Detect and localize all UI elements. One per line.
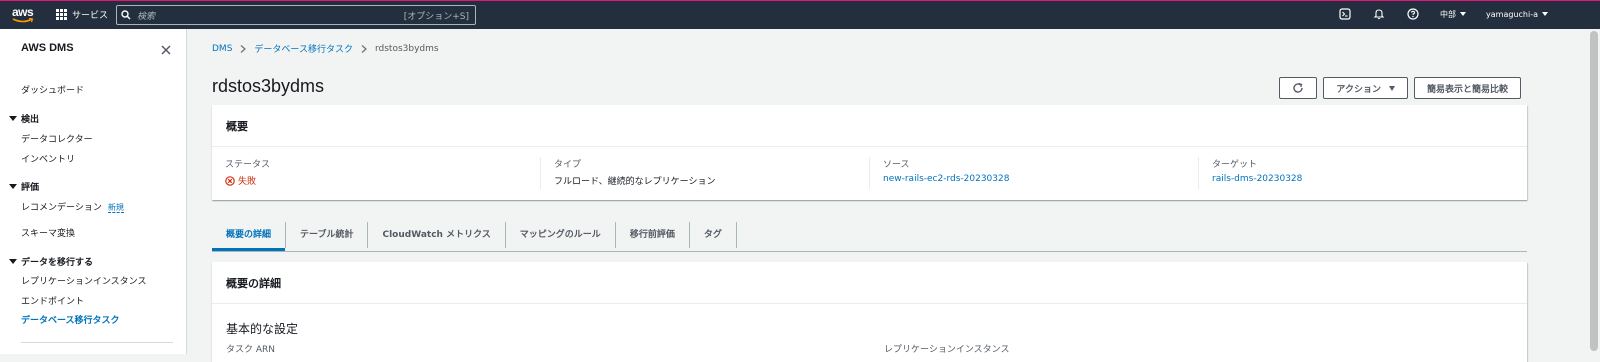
error-icon — [225, 175, 235, 186]
summary-panel: 概要 ステータス 失敗 タイプ フルロード、継続的なレプリケーション ソース n… — [212, 105, 1527, 200]
help-icon[interactable] — [1406, 7, 1420, 21]
account-menu[interactable]: yamaguchi-a — [1486, 10, 1548, 19]
status-field: ステータス 失敗 — [212, 157, 540, 189]
sidebar-item-schema-conversion[interactable]: スキーマ変換 — [21, 226, 75, 239]
sidebar-item-database-migration-tasks[interactable]: データベース移行タスク — [21, 313, 120, 326]
type-field: タイプ フルロード、継続的なレプリケーション — [540, 157, 869, 189]
detail-tabs: 概要の詳細 テーブル統計 CloudWatch メトリクス マッピングのルール … — [212, 220, 1527, 252]
notifications-bell-icon[interactable] — [1372, 7, 1386, 21]
aws-smile-icon — [12, 18, 34, 23]
replication-instance-label: レプリケーションインスタンス — [884, 345, 1010, 355]
page-title: rdstos3bydms — [212, 76, 325, 96]
source-field: ソース new-rails-ec2-rds-20230328 — [869, 157, 1198, 189]
refresh-icon — [1293, 82, 1304, 93]
region-label: 中部 — [1440, 9, 1457, 19]
breadcrumb: DMS データベース移行タスク rdstos3bydms — [212, 42, 439, 56]
sidebar-group-migrate[interactable]: データを移行する — [9, 255, 93, 268]
scrollbar-thumb[interactable] — [1590, 31, 1598, 351]
status-text: 失敗 — [238, 177, 257, 187]
search-placeholder: 検索 — [137, 11, 156, 22]
tab-tags[interactable]: タグ — [690, 222, 737, 248]
task-arn-label: タスク ARN — [226, 345, 276, 355]
summary-heading: 概要 — [212, 105, 1527, 147]
details-heading: 概要の詳細 — [212, 262, 1527, 304]
sidebar-item-dashboard[interactable]: ダッシュボード — [21, 83, 84, 96]
region-selector[interactable]: 中部 — [1440, 9, 1467, 20]
sidebar-group-assess[interactable]: 評価 — [9, 180, 39, 193]
sidebar-item-inventory[interactable]: インベントリ — [21, 152, 75, 165]
tab-table-statistics[interactable]: テーブル統計 — [286, 222, 369, 248]
sidebar-item-endpoints[interactable]: エンドポイント — [21, 294, 84, 307]
header-actions: アクション 簡易表示と簡易比較 — [1279, 77, 1521, 99]
aws-logo[interactable]: aws — [12, 5, 34, 25]
status-label: ステータス — [225, 160, 271, 170]
expand-triangle-icon — [9, 259, 17, 264]
details-panel: 概要の詳細 — [212, 262, 1527, 362]
actions-label: アクション — [1336, 84, 1381, 95]
tab-mapping-rules[interactable]: マッピングのルール — [506, 222, 616, 248]
active-tab-indicator — [212, 248, 285, 251]
sidebar-group-label: データを移行する — [21, 258, 94, 268]
source-label: ソース — [883, 160, 910, 170]
account-user-label: yamaguchi-a — [1486, 9, 1538, 19]
type-label: タイプ — [554, 160, 582, 170]
sidebar-item-data-collector[interactable]: データコレクター — [21, 132, 93, 145]
search-icon — [117, 6, 135, 24]
target-label: ターゲット — [1212, 160, 1258, 170]
sidebar-divider — [21, 342, 173, 343]
sidebar-group-label: 検出 — [21, 115, 40, 125]
services-grid-icon — [56, 9, 67, 20]
top-navigation-bar: aws サービス 検索 [オプション+S] 中部 yamaguchi-a — [0, 0, 1600, 29]
refresh-button[interactable] — [1279, 77, 1318, 99]
caret-down-icon — [1388, 85, 1395, 91]
source-link[interactable]: new-rails-ec2-rds-20230328 — [883, 174, 1198, 184]
sidebar-item-replication-instances[interactable]: レプリケーションインスタンス — [21, 274, 146, 287]
status-value: 失敗 — [225, 174, 540, 187]
compare-button[interactable]: 簡易表示と簡易比較 — [1413, 77, 1521, 99]
type-value: フルロード、継続的なレプリケーション — [554, 177, 716, 187]
target-field: ターゲット rails-dms-20230328 — [1198, 157, 1527, 189]
breadcrumb-link-dms[interactable]: DMS — [212, 44, 232, 54]
cloudshell-icon[interactable] — [1338, 7, 1352, 21]
sidebar: AWS DMS ダッシュボード 検出 データコレクター インベントリ 評価 レコ… — [0, 29, 187, 354]
sidebar-group-label: 評価 — [21, 183, 40, 193]
chevron-right-icon — [361, 44, 367, 53]
expand-triangle-icon — [9, 184, 17, 189]
target-link[interactable]: rails-dms-20230328 — [1212, 174, 1527, 184]
tab-overview-details[interactable]: 概要の詳細 — [212, 222, 287, 248]
tab-cloudwatch-metrics[interactable]: CloudWatch メトリクス — [368, 222, 506, 248]
services-label: サービス — [72, 11, 109, 21]
region-caret-icon — [1460, 12, 1467, 16]
sidebar-item-recommendation[interactable]: レコメンデーション 新規 — [21, 200, 124, 213]
basic-settings-heading: 基本的な設定 — [226, 322, 299, 336]
account-caret-icon — [1542, 12, 1548, 16]
actions-dropdown-button[interactable]: アクション — [1323, 77, 1408, 99]
sidebar-item-label: レコメンデーション — [21, 203, 102, 213]
aws-logo-text: aws — [12, 5, 34, 19]
page-scrollbar[interactable] — [1588, 29, 1600, 354]
services-menu-button[interactable]: サービス — [56, 8, 108, 21]
close-icon[interactable] — [160, 41, 172, 55]
breadcrumb-link-migration-tasks[interactable]: データベース移行タスク — [254, 42, 353, 55]
compare-label: 簡易表示と簡易比較 — [1426, 84, 1508, 95]
sidebar-group-discover[interactable]: 検出 — [9, 112, 39, 125]
sidebar-title: AWS DMS — [21, 42, 74, 54]
search-input[interactable]: 検索 [オプション+S] — [116, 5, 476, 25]
search-shortcut-hint: [オプション+S] — [403, 11, 469, 22]
new-badge[interactable]: 新規 — [107, 203, 124, 213]
chevron-right-icon — [241, 44, 247, 53]
expand-triangle-icon — [9, 116, 17, 121]
breadcrumb-current: rdstos3bydms — [374, 43, 439, 54]
tab-premigration-assessment[interactable]: 移行前評価 — [616, 222, 690, 248]
